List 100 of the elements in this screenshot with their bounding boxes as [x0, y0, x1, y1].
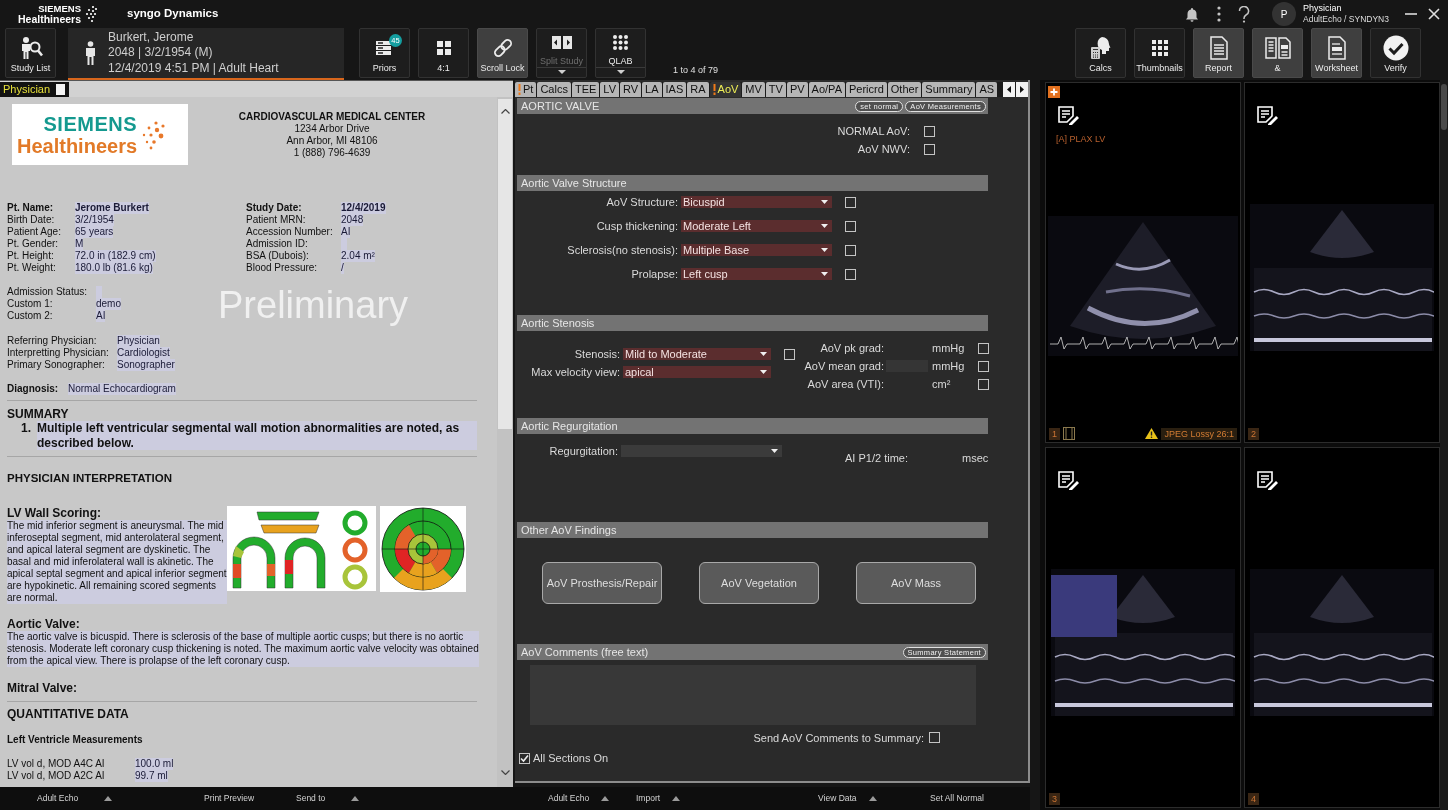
scrollbar-thumb[interactable] [1441, 84, 1447, 130]
section-tab[interactable]: Ao/PA [808, 82, 845, 97]
finding-button[interactable]: AoV Vegetation [699, 562, 819, 604]
scroll-right-button[interactable] [1016, 82, 1028, 97]
chevron-up-icon[interactable] [500, 109, 510, 114]
dropdown-field[interactable]: apical [623, 366, 771, 378]
compare-button[interactable]: & [1252, 28, 1303, 78]
section-tab[interactable]: AoV [709, 82, 742, 97]
checkbox[interactable] [924, 125, 935, 137]
footer-menu-button[interactable]: Send to [296, 792, 360, 805]
link-icon [491, 37, 514, 59]
scrollbar-thumb[interactable] [498, 99, 512, 429]
field-value: 2048 [341, 214, 364, 226]
checkbox[interactable] [519, 752, 530, 764]
chevron-down-icon[interactable] [500, 770, 510, 775]
caret-left-icon [1007, 86, 1011, 93]
checkbox[interactable] [784, 348, 795, 360]
worksheet-button[interactable]: Worksheet [1311, 28, 1362, 78]
finding-button[interactable]: AoV Prosthesis/Repair [542, 562, 662, 604]
unit-label: mmHg [932, 342, 966, 354]
list-number: 1. [20, 421, 32, 437]
checkbox[interactable] [929, 732, 940, 743]
field-label: Blood Pressure: [246, 262, 319, 274]
split-panels-icon [551, 36, 572, 50]
section-tab[interactable]: RV [619, 82, 642, 97]
checkbox[interactable] [924, 143, 935, 155]
section-tab[interactable]: RA [687, 82, 709, 97]
section-tab[interactable]: Summary [922, 82, 976, 97]
section-tab[interactable]: TV [765, 82, 786, 97]
section-tab[interactable]: MV [742, 82, 765, 97]
section-tab[interactable]: AS [976, 82, 998, 97]
finding-button[interactable]: AoV Mass [856, 562, 976, 604]
square-icon [56, 83, 66, 95]
dropdown-field[interactable]: Bicuspid [681, 196, 832, 208]
field-label: Send AoV Comments to Summary: [753, 731, 924, 744]
section-tab[interactable]: LA [642, 82, 662, 97]
section-tab[interactable]: Other [887, 82, 922, 97]
add-icon[interactable] [1048, 86, 1060, 98]
checkbox[interactable] [845, 220, 856, 232]
dropdown-field[interactable]: Left cusp [681, 268, 832, 280]
section-tab[interactable]: TEE [571, 82, 600, 97]
more-options-icon[interactable] [1217, 6, 1221, 22]
dropdown-field[interactable]: Mild to Moderate [623, 348, 771, 360]
report-button[interactable]: Report [1193, 28, 1244, 78]
help-icon[interactable] [1238, 5, 1250, 23]
study-list-button[interactable]: Study List [5, 28, 56, 78]
thumbnails-button[interactable]: Thumbnails [1134, 28, 1185, 78]
layout-button[interactable]: 4:1 [418, 28, 469, 78]
stacked-records-icon [376, 40, 393, 56]
field-value: Jerome Burkert [75, 202, 149, 214]
field-value: AI [341, 226, 351, 238]
section-tab[interactable]: Calcs [537, 82, 571, 97]
close-icon[interactable] [1428, 8, 1440, 20]
section-heading: PHYSICIAN INTERPRETATION [7, 471, 174, 485]
user-name: Physician [1303, 3, 1343, 14]
scroll-left-button[interactable] [1003, 82, 1015, 97]
scroll-lock-button[interactable]: Scroll Lock [477, 28, 528, 78]
footer-menu-button[interactable]: Adult Echo [37, 792, 204, 805]
field-label: Accession Number: [246, 226, 334, 238]
study-details: 12/4/2019 4:51 PM | Adult Heart [108, 60, 279, 77]
report-tab[interactable]: Physician [0, 81, 70, 97]
caret-down-icon [771, 449, 778, 453]
footer-button[interactable]: Print Preview [204, 792, 296, 805]
footer-menu-button[interactable]: Adult Echo [548, 792, 636, 805]
exclamation-icon [518, 84, 521, 95]
footer-menu-button[interactable]: Import [636, 792, 818, 805]
dropdown-field[interactable]: Moderate Left [681, 220, 832, 232]
documents-icon [1264, 36, 1291, 60]
checkbox[interactable] [978, 342, 989, 354]
dropdown-field[interactable]: Multiple Base [681, 244, 832, 256]
section-tab[interactable]: Pericrd [845, 82, 887, 97]
footer-menu-button[interactable]: View Data [818, 792, 930, 805]
footer-button[interactable]: Set All Normal [930, 792, 984, 805]
section-tab[interactable]: PV [786, 82, 808, 97]
note-edit-icon[interactable] [1058, 471, 1079, 491]
calcs-button[interactable]: Calcs [1075, 28, 1126, 78]
person-icon [85, 41, 96, 65]
section-tab[interactable]: Pt [515, 82, 537, 97]
verify-button[interactable]: Verify [1370, 28, 1421, 78]
unit-label: mmHg [932, 360, 966, 372]
checkbox[interactable] [978, 378, 989, 390]
note-edit-icon[interactable] [1257, 471, 1278, 491]
checkbox[interactable] [845, 244, 856, 256]
dropdown-field[interactable] [621, 445, 782, 457]
section-tab[interactable]: IAS [662, 82, 687, 97]
section-title: Aortic Stenosis [521, 317, 595, 329]
checkbox[interactable] [978, 360, 989, 372]
notification-bell-icon[interactable] [1185, 6, 1199, 22]
field-value: 3/2/1954 [75, 214, 114, 226]
page-count: 1 to 4 of 79 [673, 63, 719, 77]
field-label: Patient MRN: [246, 214, 307, 226]
note-edit-icon[interactable] [1058, 106, 1079, 126]
checkbox[interactable] [845, 196, 856, 208]
caret-down-icon [821, 224, 828, 228]
qlab-button[interactable]: QLAB [595, 28, 646, 78]
section-tab[interactable]: LV [600, 82, 619, 97]
avatar-initial[interactable]: P [1272, 2, 1296, 26]
note-edit-icon[interactable] [1257, 106, 1278, 126]
field-value: 2.04 m² [341, 250, 375, 262]
checkbox[interactable] [845, 268, 856, 280]
